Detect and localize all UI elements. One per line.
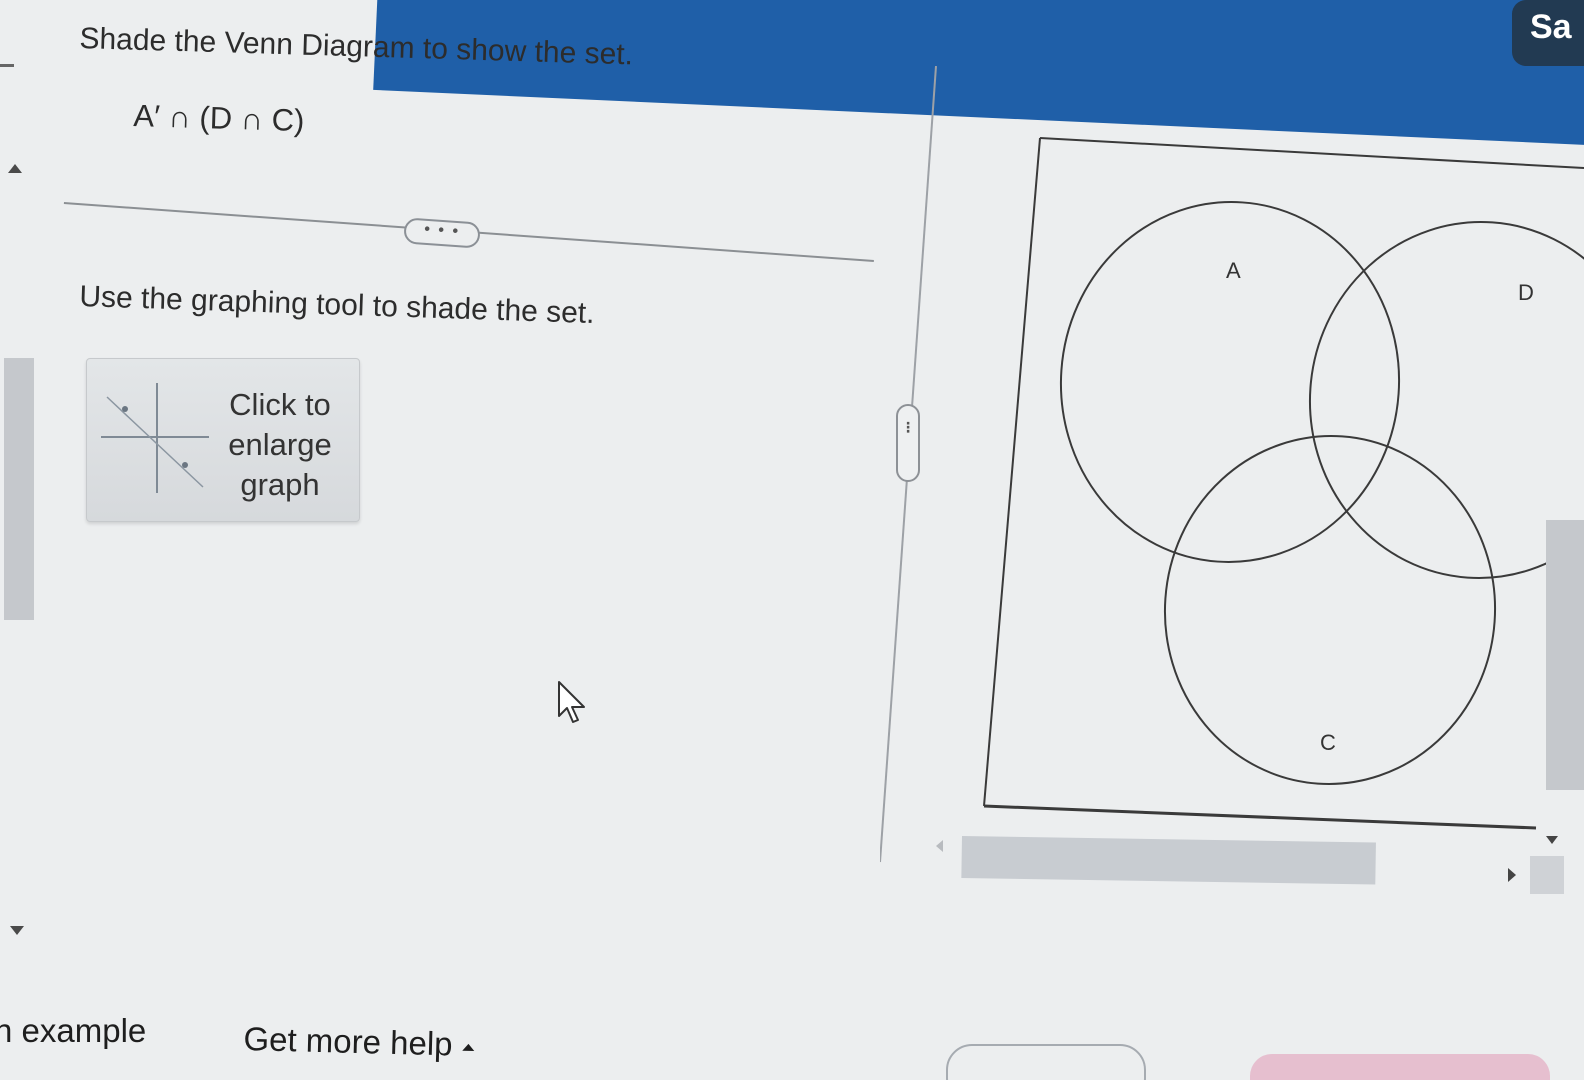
venn-frame-bottom [983, 804, 1537, 830]
enlarge-graph-button[interactable]: Click to enlarge graph [86, 358, 360, 522]
set-d-circle[interactable] [1298, 211, 1584, 590]
set-c-label: C [1320, 730, 1336, 755]
check-answer-button[interactable] [1250, 1054, 1550, 1080]
scrollbar-corner [1530, 856, 1564, 894]
question-instruction: Shade the Venn Diagram to show the set. [79, 22, 634, 72]
answer-instruction: Use the graphing tool to shade the set. [78, 280, 596, 331]
save-button[interactable]: Sa [1512, 0, 1584, 66]
set-a-label: A [1226, 258, 1241, 283]
view-example-link[interactable]: n example [0, 1012, 146, 1050]
set-d-label: D [1518, 280, 1534, 305]
enlarge-graph-label: Click to enlarge graph [215, 385, 345, 505]
graph-thumbnail-icon [101, 383, 209, 493]
graph-scroll-left-icon[interactable] [936, 840, 943, 852]
graph-vertical-scrollbar-thumb[interactable] [1546, 520, 1584, 790]
scroll-down-arrow-icon[interactable] [10, 926, 24, 935]
venn-frame-left [983, 137, 1041, 807]
show-more-button[interactable]: • • • [403, 217, 481, 249]
scroll-up-arrow-icon[interactable] [8, 164, 22, 173]
graph-horizontal-scrollbar-thumb[interactable] [961, 836, 1376, 885]
enlarge-line-1: Click to [229, 387, 331, 422]
venn-diagram[interactable]: A D C [976, 134, 1584, 844]
venn-frame-top [1039, 137, 1584, 169]
edge-tick [0, 64, 14, 67]
set-expression: A′ ∩ (D ∩ C) [132, 98, 305, 139]
graph-scroll-right-icon[interactable] [1508, 868, 1516, 882]
question-scrollbar-thumb[interactable] [4, 358, 34, 620]
mouse-cursor-icon [558, 681, 585, 723]
graph-scroll-down-icon[interactable] [1546, 836, 1558, 844]
enlarge-line-2: enlarge [228, 427, 332, 462]
question-pane: Shade the Venn Diagram to show the set. … [0, 0, 900, 1080]
get-more-help-link[interactable]: Get more help [243, 1020, 475, 1064]
get-more-help-label: Get more help [243, 1020, 454, 1063]
caret-up-icon [462, 1043, 475, 1051]
clear-all-button[interactable] [946, 1044, 1146, 1080]
enlarge-line-3: graph [240, 467, 320, 502]
set-a-circle[interactable] [1049, 191, 1411, 574]
splitter-handle[interactable]: ⋮ [896, 404, 920, 482]
homework-page: Sa Shade the Venn Diagram to show the se… [0, 0, 1584, 1080]
